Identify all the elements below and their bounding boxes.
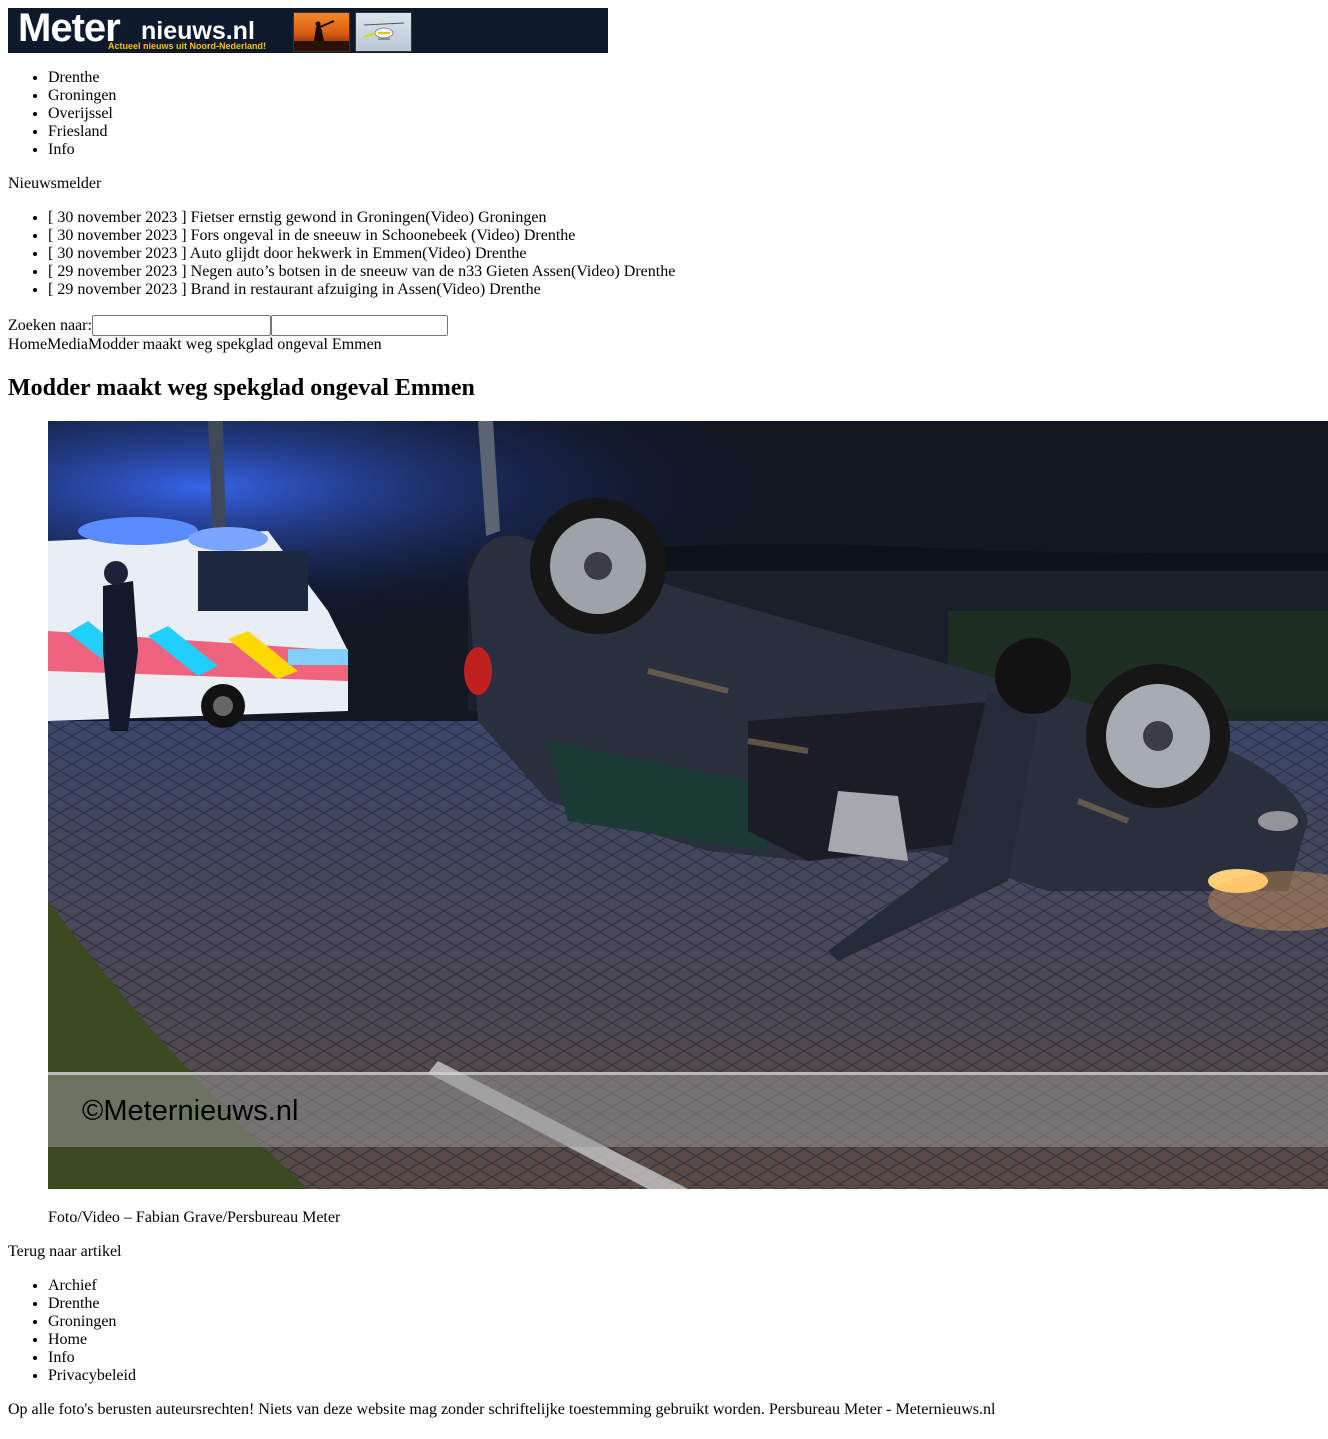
search-form: Zoeken naar: <box>8 315 1320 336</box>
nav-link-info[interactable]: Info <box>48 141 75 158</box>
article-figure: ©Meternieuws.nl Foto/Video – Fabian Grav… <box>48 421 1328 1227</box>
breadcrumb: HomeMediaModder maakt weg spekglad ongev… <box>8 336 1320 354</box>
search-submit-field[interactable] <box>270 315 448 336</box>
breadcrumb-current: Modder maakt weg spekglad ongeval Emmen <box>87 336 382 353</box>
ticker-label: Nieuwsmelder <box>8 175 102 192</box>
ticker-item: [ 30 november 2023 ] Auto glijdt door he… <box>48 245 1320 263</box>
ticker-item: [ 30 november 2023 ] Fors ongeval in de … <box>48 227 1320 245</box>
ticker-date: [ 29 november 2023 ] <box>48 263 187 280</box>
ticker-headline-link[interactable]: Negen auto’s botsen in de sneeuw van de … <box>191 263 620 280</box>
page-title: Modder maakt weg spekglad ongeval Emmen <box>8 375 475 401</box>
footer-menu: Archief Drenthe Groningen Home Info Priv… <box>8 1277 1320 1385</box>
nav-item-overijssel[interactable]: Overijssel <box>48 105 1320 123</box>
logo-text-main: Meter <box>18 6 121 50</box>
nav-link-overijssel[interactable]: Overijssel <box>48 105 113 122</box>
footer-link-privacybeleid[interactable]: Privacybeleid <box>48 1367 136 1384</box>
footer-link-archief[interactable]: Archief <box>48 1277 97 1294</box>
nav-item-friesland[interactable]: Friesland <box>48 123 1320 141</box>
nav-link-friesland[interactable]: Friesland <box>48 123 108 140</box>
ticker-item: [ 29 november 2023 ] Negen auto’s botsen… <box>48 263 1320 281</box>
ticker-date: [ 30 november 2023 ] <box>48 245 187 262</box>
ticker-date: [ 30 november 2023 ] <box>48 209 187 226</box>
search-label: Zoeken naar: <box>8 317 92 334</box>
footer-link-home[interactable]: Home <box>48 1331 87 1348</box>
ticker-item: [ 29 november 2023 ] Brand in restaurant… <box>48 281 1320 299</box>
nav-item-groningen[interactable]: Groningen <box>48 87 1320 105</box>
logo-tagline: Actueel nieuws uit Noord-Nederland! <box>108 41 267 51</box>
article-photo[interactable]: ©Meternieuws.nl <box>48 421 1328 1189</box>
ticker-list: [ 30 november 2023 ] Fietser ernstig gew… <box>8 209 1320 299</box>
footer-item-groningen[interactable]: Groningen <box>48 1313 1320 1331</box>
breadcrumb-home[interactable]: Home <box>8 336 47 353</box>
copyright-notice: Op alle foto's berusten auteursrechten! … <box>8 1401 996 1418</box>
footer-item-info[interactable]: Info <box>48 1349 1320 1367</box>
ticker-item: [ 30 november 2023 ] Fietser ernstig gew… <box>48 209 1320 227</box>
footer-link-info[interactable]: Info <box>48 1349 75 1366</box>
ticker-category-link[interactable]: Drenthe <box>624 263 676 280</box>
ticker-date: [ 29 november 2023 ] <box>48 281 187 298</box>
back-to-article: Terug naar artikel <box>8 1243 1320 1261</box>
nav-link-drenthe[interactable]: Drenthe <box>48 69 100 86</box>
page: Meter nieuws.nl Actueel nieuws uit Noord… <box>0 0 1328 1427</box>
breadcrumb-media[interactable]: Media <box>47 336 88 353</box>
footer-link-groningen[interactable]: Groningen <box>48 1313 116 1330</box>
nav-link-groningen[interactable]: Groningen <box>48 87 116 104</box>
footer-link-drenthe[interactable]: Drenthe <box>48 1295 100 1312</box>
footer-item-home[interactable]: Home <box>48 1331 1320 1349</box>
ticker-headline-link[interactable]: Auto glijdt door hekwerk in Emmen(Video) <box>190 245 471 262</box>
ticker-headline-link[interactable]: Brand in restaurant afzuiging in Assen(V… <box>191 281 486 298</box>
nav-item-drenthe[interactable]: Drenthe <box>48 69 1320 87</box>
ticker-category-link[interactable]: Drenthe <box>475 245 527 262</box>
photo-caption: Foto/Video – Fabian Grave/Persbureau Met… <box>48 1209 341 1226</box>
nav-item-info[interactable]: Info <box>48 141 1320 159</box>
banner-photo-firefighter <box>293 12 350 52</box>
banner-photo-helicopter <box>355 12 412 52</box>
ticker-headline-link[interactable]: Fietser ernstig gewond in Groningen(Vide… <box>191 209 474 226</box>
footer-item-drenthe[interactable]: Drenthe <box>48 1295 1320 1313</box>
photo-watermark: ©Meternieuws.nl <box>82 1095 299 1127</box>
main-nav: Drenthe Groningen Overijssel Friesland I… <box>8 69 1320 159</box>
ticker-category-link[interactable]: Drenthe <box>489 281 541 298</box>
ticker-date: [ 30 november 2023 ] <box>48 227 187 244</box>
search-input[interactable] <box>91 315 271 336</box>
back-to-article-link[interactable]: Terug naar artikel <box>8 1243 121 1260</box>
site-banner[interactable]: Meter nieuws.nl Actueel nieuws uit Noord… <box>8 6 608 53</box>
ticker-category-link[interactable]: Drenthe <box>524 227 576 244</box>
footer-item-privacybeleid[interactable]: Privacybeleid <box>48 1367 1320 1385</box>
footer-item-archief[interactable]: Archief <box>48 1277 1320 1295</box>
ticker-headline-link[interactable]: Fors ongeval in de sneeuw in Schoonebeek… <box>191 227 520 244</box>
ticker-category-link[interactable]: Groningen <box>478 209 546 226</box>
